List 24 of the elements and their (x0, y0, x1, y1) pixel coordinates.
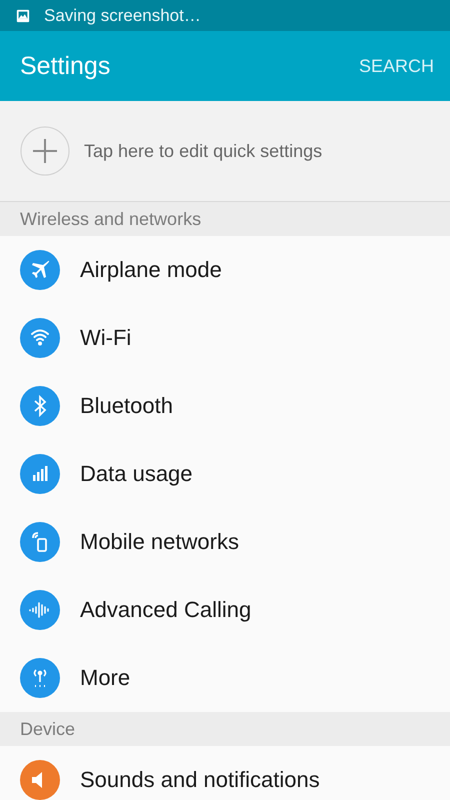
settings-item[interactable]: More (0, 644, 450, 712)
item-label: Sounds and notifications (80, 767, 320, 793)
item-label: Mobile networks (80, 529, 239, 555)
section-header: Device (0, 712, 450, 746)
section-header: Wireless and networks (0, 202, 450, 236)
item-label: Airplane mode (80, 257, 222, 283)
settings-item[interactable]: Sounds and notifications (0, 746, 450, 800)
item-label: Data usage (80, 461, 193, 487)
settings-item[interactable]: Data usage (0, 440, 450, 508)
settings-item[interactable]: Bluetooth (0, 372, 450, 440)
item-label: Advanced Calling (80, 597, 252, 623)
item-label: Wi-Fi (80, 325, 132, 351)
settings-item[interactable]: Advanced Calling (0, 576, 450, 644)
image-icon (16, 8, 30, 22)
item-label: Bluetooth (80, 393, 173, 419)
settings-item[interactable]: Mobile networks (0, 508, 450, 576)
quick-settings-label: Tap here to edit quick settings (84, 140, 322, 162)
item-label: More (80, 665, 130, 691)
add-icon[interactable] (20, 126, 70, 176)
settings-item[interactable]: Wi-Fi (0, 304, 450, 372)
quick-settings-panel[interactable]: Tap here to edit quick settings (0, 101, 450, 202)
screen-title: Settings (20, 52, 110, 80)
settings-item[interactable]: Airplane mode (0, 236, 450, 304)
notification-text: Saving screenshot… (44, 6, 201, 26)
